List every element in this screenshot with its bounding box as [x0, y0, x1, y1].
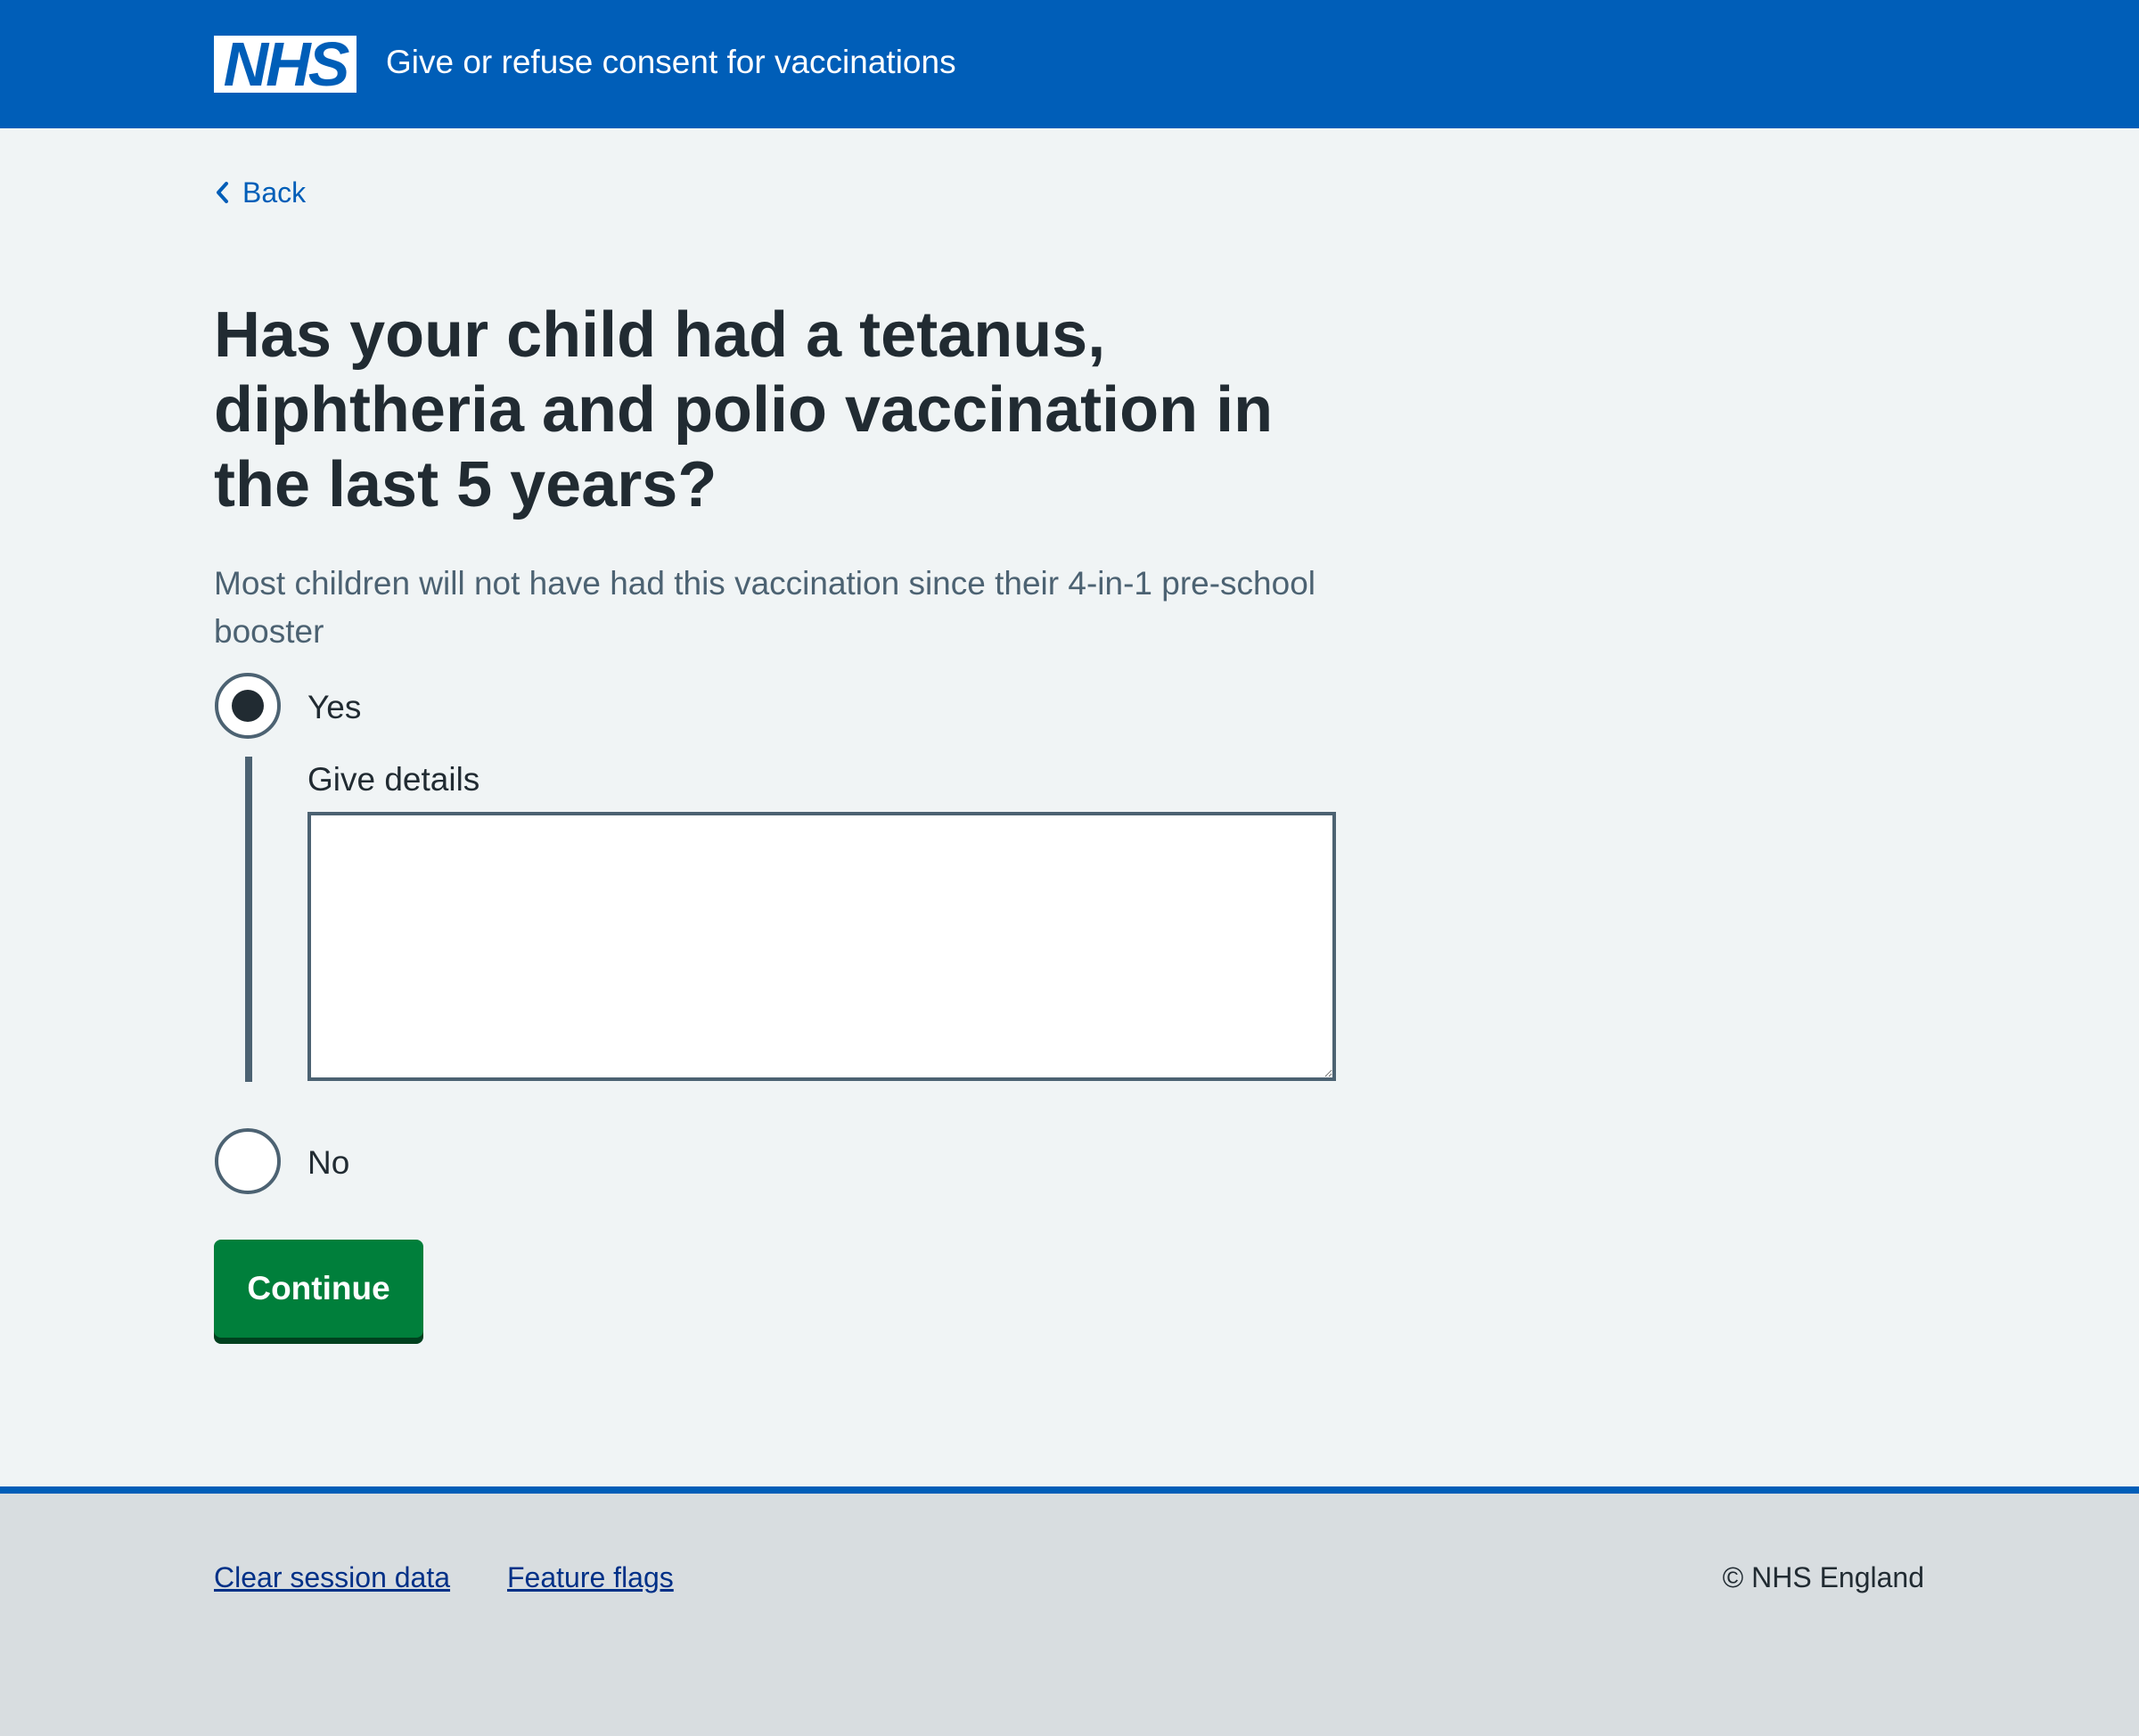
footer-link-feature-flags[interactable]: Feature flags	[507, 1560, 674, 1595]
page-title: Has your child had a tetanus, diphtheria…	[214, 299, 1274, 520]
back-link-label: Back	[242, 176, 307, 209]
nhs-logo-icon: NHS	[224, 36, 352, 93]
question-hint: Most children will not have had this vac…	[214, 565, 1315, 650]
footer-link-clear-session[interactable]: Clear session data	[214, 1560, 450, 1595]
radio-no[interactable]	[215, 1128, 281, 1194]
continue-button[interactable]: Continue	[214, 1240, 423, 1338]
chevron-left-icon	[217, 182, 228, 203]
radio-selected-dot	[232, 690, 264, 722]
details-label: Give details	[307, 761, 480, 798]
site-header: NHS Give or refuse consent for vaccinati…	[0, 0, 2139, 128]
radio-yes-label[interactable]: Yes	[307, 688, 361, 727]
site-footer: Clear session data Feature flags © NHS E…	[0, 1486, 2139, 1736]
conditional-reveal-border	[245, 757, 252, 1082]
svg-text:NHS: NHS	[224, 36, 349, 93]
nhs-logo[interactable]: NHS	[214, 36, 356, 93]
radio-no-label[interactable]: No	[307, 1143, 349, 1183]
copyright-text: © NHS England	[1722, 1561, 1924, 1593]
back-link[interactable]: Back	[214, 175, 306, 210]
service-name[interactable]: Give or refuse consent for vaccinations	[386, 43, 956, 82]
details-textarea[interactable]	[307, 812, 1336, 1081]
radio-yes[interactable]	[215, 673, 281, 739]
